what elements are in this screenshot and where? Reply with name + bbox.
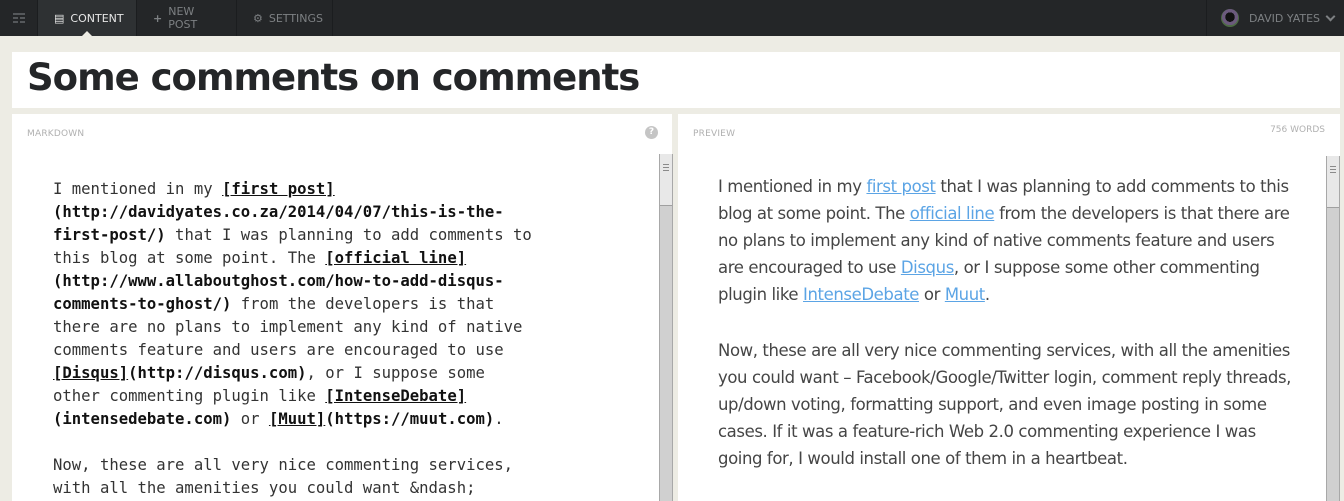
markdown-text: Now, these are all very nice commenting …	[53, 456, 514, 474]
active-caret-icon	[82, 31, 92, 36]
nav-settings-label: SETTINGS	[268, 11, 324, 25]
nav-new-post[interactable]: + NEW POST	[137, 0, 237, 36]
preview-link[interactable]: first post	[866, 177, 936, 196]
plus-icon: +	[153, 11, 163, 25]
grip-icon	[663, 164, 669, 165]
avatar	[1221, 9, 1239, 27]
preview-text: or	[919, 285, 945, 304]
markdown-link-syntax: (http://davidyates.co.za/2014/04/07/this…	[53, 203, 504, 221]
markdown-link-syntax: (https://muut.com)	[325, 410, 495, 428]
preview-text: Now, these are all very nice commenting …	[718, 341, 1292, 468]
markdown-line: (intensedebate.com) or [Muut](https://mu…	[53, 408, 653, 431]
user-name: DAVID YATES	[1249, 11, 1321, 25]
scrollbar-thumb[interactable]	[1327, 156, 1339, 208]
markdown-link-syntax: (intensedebate.com)	[53, 410, 232, 428]
markdown-line: comments feature and users are encourage…	[53, 339, 653, 362]
nav-settings[interactable]: ⚙ SETTINGS	[237, 0, 333, 36]
post-title-field[interactable]: Some comments on comments	[12, 52, 1340, 108]
markdown-line	[53, 431, 653, 454]
markdown-line: Now, these are all very nice commenting …	[53, 454, 653, 477]
markdown-pane: MARKDOWN ? I mentioned in my [first post…	[12, 114, 673, 501]
markdown-link-syntax: first-post/)	[53, 226, 166, 244]
preview-text: I mentioned in my	[718, 177, 867, 196]
markdown-line: with all the amenities you could want &n…	[53, 477, 653, 500]
help-icon[interactable]: ?	[645, 126, 658, 139]
preview-content: I mentioned in my first post that I was …	[718, 173, 1298, 501]
scrollbar-thumb[interactable]	[660, 154, 672, 206]
markdown-line: this blog at some point. The [official l…	[53, 247, 653, 270]
preview-link[interactable]: official line	[910, 204, 995, 223]
markdown-text: I mentioned in my	[53, 180, 222, 198]
markdown-link-syntax: [first post]	[222, 180, 335, 198]
nav-content[interactable]: ▤ CONTENT	[38, 0, 137, 36]
markdown-text: there are no plans to implement any kind…	[53, 318, 523, 336]
preview-paragraph: Now, these are all very nice commenting …	[718, 337, 1298, 472]
nav-content-label: CONTENT	[70, 11, 124, 25]
preview-pane: PREVIEW 756 WORDS I mentioned in my firs…	[678, 114, 1340, 501]
markdown-text: , or I suppose some	[306, 364, 485, 382]
markdown-line: (http://www.allaboutghost.com/how-to-add…	[53, 270, 653, 293]
markdown-link-syntax: comments-to-ghost/)	[53, 295, 232, 313]
nav-new-post-label: NEW POST	[168, 5, 198, 31]
markdown-line: I mentioned in my [first post]	[53, 178, 653, 201]
markdown-text: that I was planning to add comments to	[165, 226, 532, 244]
markdown-text: or	[231, 410, 269, 428]
menu-toggle-button[interactable]	[0, 0, 38, 36]
markdown-link-syntax: [Muut]	[268, 410, 326, 428]
post-title[interactable]: Some comments on comments	[27, 56, 640, 99]
markdown-text: this blog at some point. The	[53, 249, 326, 267]
markdown-editor[interactable]: I mentioned in my [first post] (http://da…	[53, 178, 653, 500]
preview-header: PREVIEW	[693, 129, 736, 139]
markdown-link-syntax: [Disqus]	[53, 364, 129, 382]
markdown-link-syntax: [official line]	[325, 249, 467, 267]
markdown-link-syntax: (http://www.allaboutghost.com/how-to-add…	[53, 272, 504, 290]
preview-link[interactable]: Disqus	[901, 258, 954, 277]
markdown-link-syntax: (http://disqus.com)	[128, 364, 307, 382]
gears-icon: ⚙	[253, 11, 263, 25]
markdown-line: [Disqus](http://disqus.com), or I suppos…	[53, 362, 653, 385]
markdown-link-syntax: [IntenseDebate]	[325, 387, 467, 405]
markdown-header: MARKDOWN	[27, 129, 85, 139]
content-icon: ▤	[54, 11, 65, 25]
markdown-line: other commenting plugin like [IntenseDeb…	[53, 385, 653, 408]
word-count: 756 WORDS	[1270, 125, 1325, 135]
markdown-text: .	[494, 410, 504, 428]
preview-link[interactable]: Muut	[945, 285, 985, 304]
markdown-line: (http://davidyates.co.za/2014/04/07/this…	[53, 201, 653, 224]
markdown-scrollbar[interactable]	[659, 154, 673, 501]
markdown-line: there are no plans to implement any kind…	[53, 316, 653, 339]
markdown-text: from the developers is that	[231, 295, 495, 313]
markdown-line: comments-to-ghost/) from the developers …	[53, 293, 653, 316]
user-menu[interactable]: DAVID YATES	[1206, 0, 1344, 36]
menu-icon	[12, 13, 25, 23]
chevron-down-icon	[1325, 11, 1336, 22]
preview-text: .	[984, 285, 990, 304]
grip-icon	[1330, 166, 1336, 167]
preview-scrollbar[interactable]	[1326, 156, 1340, 501]
markdown-text: other commenting plugin like	[53, 387, 326, 405]
top-navigation: ▤ CONTENT + NEW POST ⚙ SETTINGS DAVID YA…	[0, 0, 1344, 36]
markdown-line: first-post/) that I was planning to add …	[53, 224, 653, 247]
markdown-text: with all the amenities you could want &n…	[53, 479, 476, 497]
markdown-text: comments feature and users are encourage…	[53, 341, 504, 359]
preview-paragraph: I mentioned in my first post that I was …	[718, 173, 1298, 308]
preview-link[interactable]: IntenseDebate	[803, 285, 919, 304]
